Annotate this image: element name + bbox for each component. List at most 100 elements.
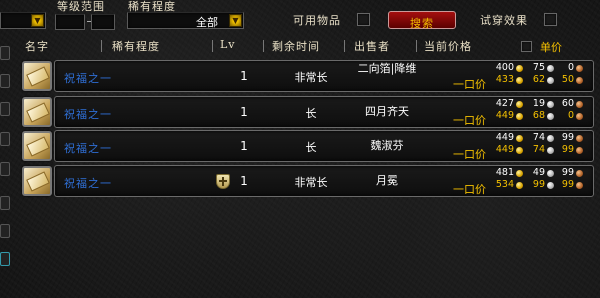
- level-range-label: 等级范围: [57, 0, 105, 13]
- side-tab-strip: [0, 38, 10, 278]
- auction-row[interactable]: 祝福之一 1 非常长 月冕 一口价 481 49 99 534 99 99: [20, 164, 600, 198]
- time-left: 长: [305, 141, 317, 154]
- auction-row[interactable]: 祝福之一 1 长 四月齐天 一口价 427 19 60 449 68 0: [20, 95, 600, 129]
- gold-coin-icon: [516, 147, 523, 154]
- unit-price-label: 单价: [540, 41, 562, 54]
- buyout-label: 一口价: [453, 148, 486, 161]
- side-tab[interactable]: [0, 252, 10, 266]
- silver-coin-icon: [547, 113, 554, 120]
- item-name[interactable]: 祝福之一: [64, 140, 112, 156]
- buyout-label: 一口价: [453, 183, 486, 196]
- side-tab[interactable]: [0, 224, 10, 238]
- item-level: 1: [240, 105, 248, 119]
- item-name[interactable]: 祝福之一: [64, 175, 112, 191]
- bid-silver: 74: [532, 132, 545, 143]
- auction-row[interactable]: 祝福之一 1 非常长 二向箔|降维 一口价 400 75 0 433 62 50: [20, 59, 600, 93]
- silver-coin-icon: [547, 77, 554, 84]
- item-name[interactable]: 祝福之一: [64, 70, 112, 86]
- silver-coin-icon: [547, 147, 554, 154]
- level-min-input[interactable]: [55, 14, 85, 30]
- bid-copper: 99: [561, 167, 574, 178]
- copper-coin-icon: [576, 77, 583, 84]
- silver-coin-icon: [547, 65, 554, 72]
- bid-silver: 19: [532, 98, 545, 109]
- column-separator: [212, 40, 213, 52]
- usable-items-checkbox[interactable]: [357, 13, 370, 26]
- time-left: 非常长: [294, 71, 328, 84]
- buyout-label: 一口价: [453, 114, 486, 127]
- gold-coin-icon: [516, 170, 523, 177]
- column-header-seller[interactable]: 出售者: [354, 38, 390, 54]
- bid-gold: 481: [495, 167, 514, 178]
- side-tab[interactable]: [0, 74, 10, 88]
- bid-silver: 75: [532, 62, 545, 73]
- silver-coin-icon: [547, 182, 554, 189]
- bid-gold: 449: [495, 132, 514, 143]
- silver-coin-icon: [547, 135, 554, 142]
- item-level: 1: [240, 139, 248, 153]
- buyout-gold: 433: [495, 74, 514, 85]
- side-tab[interactable]: [0, 132, 10, 146]
- seller-name: 魏淑芬: [370, 139, 404, 152]
- item-level: 1: [240, 69, 248, 83]
- search-button[interactable]: 搜索: [388, 11, 456, 30]
- gold-coin-icon: [516, 101, 523, 108]
- side-tab[interactable]: [0, 162, 10, 176]
- gold-coin-icon: [516, 65, 523, 72]
- column-separator: [416, 40, 417, 52]
- scroll-item-icon[interactable]: [22, 131, 52, 161]
- copper-coin-icon: [576, 101, 583, 108]
- bid-gold: 427: [495, 98, 514, 109]
- side-tab[interactable]: [0, 196, 10, 210]
- level-max-input[interactable]: [91, 14, 115, 30]
- seller-name: 四月齐天: [365, 105, 409, 118]
- auction-row[interactable]: 祝福之一 1 长 魏淑芬 一口价 449 74 99 449 74 99: [20, 129, 600, 163]
- buyout-copper: 0: [567, 110, 574, 121]
- bid-silver: 49: [532, 167, 545, 178]
- copper-coin-icon: [576, 182, 583, 189]
- try-on-label: 试穿效果: [480, 14, 528, 27]
- buyout-gold: 449: [495, 110, 514, 121]
- rarity-dropdown-value: 全部: [196, 16, 218, 29]
- column-header-name[interactable]: 名字: [25, 38, 49, 54]
- column-header-current-price[interactable]: 当前价格: [424, 38, 472, 54]
- seller-name: 二向箔|降维: [357, 62, 417, 75]
- copper-coin-icon: [576, 135, 583, 142]
- copper-coin-icon: [576, 65, 583, 72]
- buyout-silver: 74: [532, 144, 545, 155]
- rarity-dropdown[interactable]: 全部 ▼: [127, 12, 244, 29]
- buyout-copper: 99: [561, 144, 574, 155]
- dropdown-left[interactable]: ▼: [0, 12, 46, 29]
- scroll-item-icon[interactable]: [22, 61, 52, 91]
- column-header-level[interactable]: Lv: [220, 38, 236, 51]
- gold-coin-icon: [516, 113, 523, 120]
- column-header-rarity[interactable]: 稀有程度: [112, 38, 160, 54]
- column-separator: [101, 40, 102, 52]
- copper-coin-icon: [576, 170, 583, 177]
- gold-coin-icon: [516, 182, 523, 189]
- scroll-item-icon[interactable]: [22, 166, 52, 196]
- usable-items-label: 可用物品: [293, 14, 341, 27]
- buyout-silver: 68: [532, 110, 545, 121]
- copper-coin-icon: [576, 147, 583, 154]
- column-header-time-left[interactable]: 剩余时间: [272, 38, 320, 54]
- dropdown-arrow-icon[interactable]: ▼: [229, 14, 242, 27]
- seller-name: 月冕: [376, 174, 398, 187]
- side-tab[interactable]: [0, 46, 10, 60]
- scroll-item-icon[interactable]: [22, 97, 52, 127]
- silver-coin-icon: [547, 101, 554, 108]
- unit-price-checkbox[interactable]: [521, 41, 532, 52]
- side-tab[interactable]: [0, 102, 10, 116]
- item-name[interactable]: 祝福之一: [64, 106, 112, 122]
- copper-coin-icon: [576, 113, 583, 120]
- column-separator: [344, 40, 345, 52]
- bid-copper: 60: [561, 98, 574, 109]
- buyout-silver: 99: [532, 179, 545, 190]
- buyout-copper: 99: [561, 179, 574, 190]
- dropdown-arrow-icon[interactable]: ▼: [31, 14, 44, 27]
- column-separator: [263, 40, 264, 52]
- try-on-checkbox[interactable]: [544, 13, 557, 26]
- buyout-gold: 534: [495, 179, 514, 190]
- gold-coin-icon: [516, 77, 523, 84]
- buyout-gold: 449: [495, 144, 514, 155]
